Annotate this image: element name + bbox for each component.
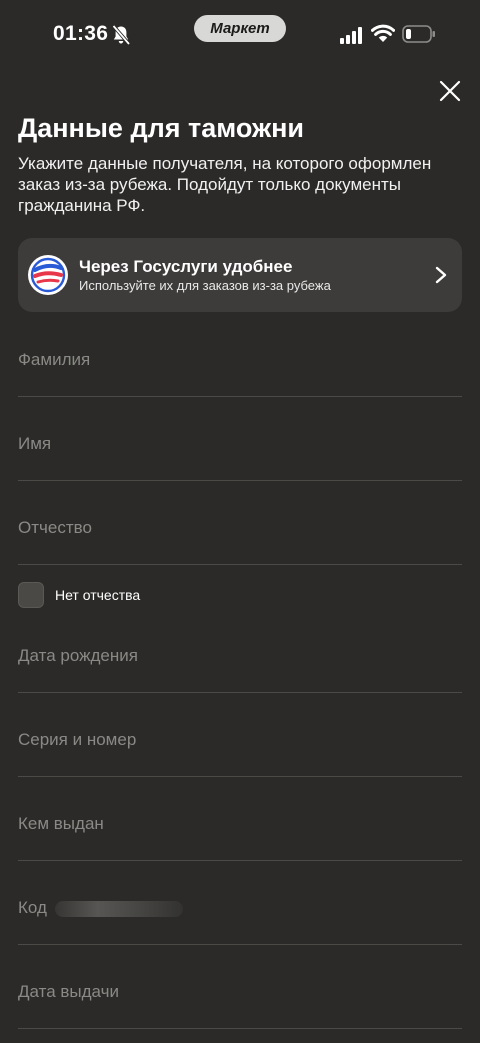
no-patronymic-label: Нет отчества: [55, 587, 141, 603]
department-code-placeholder: Код: [18, 898, 47, 917]
page-title: Данные для таможни: [18, 113, 305, 143]
passport-number-field[interactable]: Серия и номер: [18, 720, 462, 777]
last-name-field[interactable]: Фамилия: [18, 340, 462, 397]
battery-icon: [402, 25, 436, 43]
last-name-placeholder: Фамилия: [18, 350, 91, 369]
gosuslugi-logo-icon: [27, 254, 69, 296]
issue-date-placeholder: Дата выдачи: [18, 982, 119, 1001]
department-code-label: Код: [18, 898, 183, 918]
birth-date-field[interactable]: Дата рождения: [18, 636, 462, 693]
status-time: 01:36: [53, 22, 109, 45]
issued-by-field[interactable]: Кем выдан: [18, 804, 462, 861]
gosuslugi-description: Используйте их для заказов из-за рубежа: [79, 278, 331, 293]
patronymic-placeholder: Отчество: [18, 518, 92, 537]
close-button[interactable]: [432, 75, 468, 111]
department-code-field[interactable]: Код: [18, 888, 462, 945]
first-name-placeholder: Имя: [18, 434, 52, 453]
status-bar: 01:36 Маркет: [0, 0, 480, 70]
bell-mute-icon: [112, 24, 131, 46]
app-pill: Маркет: [194, 15, 286, 42]
wifi-icon: [370, 24, 396, 43]
issued-by-placeholder: Кем выдан: [18, 814, 104, 833]
close-icon: [439, 80, 461, 107]
patronymic-field[interactable]: Отчество: [18, 508, 462, 565]
gosuslugi-title: Через Госуслуги удобнее: [79, 257, 293, 276]
no-patronymic-checkbox-row[interactable]: Нет отчества: [18, 581, 218, 609]
no-patronymic-checkbox[interactable]: [18, 582, 44, 608]
page-subtitle: Укажите данные получателя, на которого о…: [18, 154, 432, 215]
redacted-value: [54, 900, 183, 917]
first-name-field[interactable]: Имя: [18, 424, 462, 481]
issue-date-field[interactable]: Дата выдачи: [18, 972, 462, 1029]
passport-number-placeholder: Серия и номер: [18, 730, 137, 749]
signal-icon: [340, 27, 362, 44]
gosuslugi-card[interactable]: Через Госуслуги удобнее Используйте их д…: [18, 238, 462, 312]
birth-date-placeholder: Дата рождения: [18, 646, 138, 665]
chevron-right-icon: [434, 265, 448, 285]
